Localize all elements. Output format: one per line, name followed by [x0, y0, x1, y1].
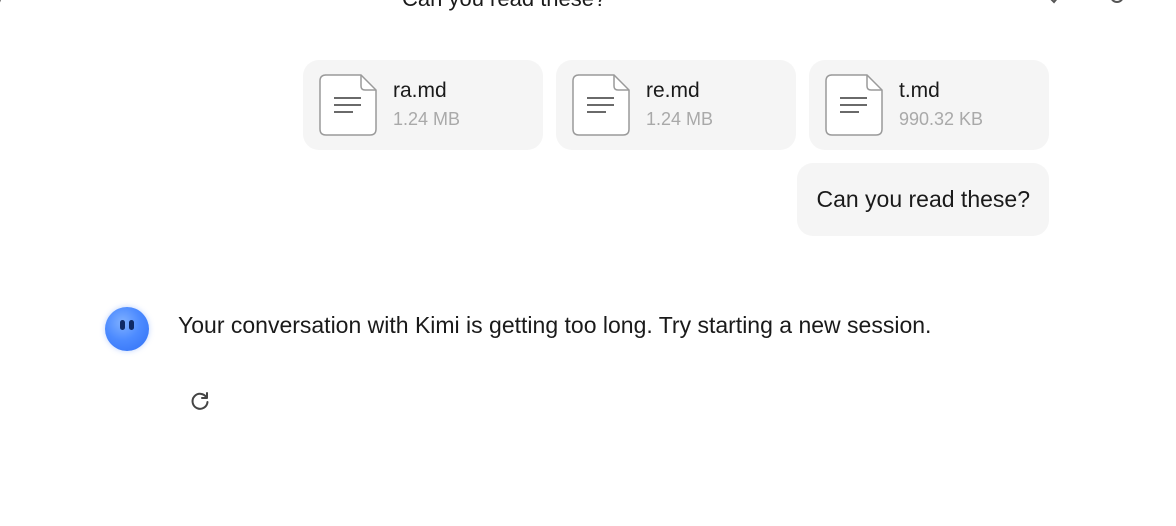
file-card-ra[interactable]: ra.md 1.24 MB	[303, 60, 543, 150]
chat-page: Can you read these? ra.md 1.24 MB	[0, 0, 1176, 526]
file-size: 990.32 KB	[899, 109, 984, 129]
retry-button[interactable]	[186, 387, 214, 415]
edit-icon[interactable]	[1040, 0, 1068, 8]
file-name: re.md	[646, 79, 700, 102]
top-strip: Can you read these?	[0, 0, 1176, 12]
document-icon	[825, 74, 883, 136]
partial-icon[interactable]	[0, 0, 8, 6]
share-icon[interactable]	[1106, 0, 1128, 8]
document-icon	[572, 74, 630, 136]
file-name: t.md	[899, 79, 940, 102]
file-attachments: ra.md 1.24 MB re.md 1.24 MB t.md 990.32 …	[303, 60, 1049, 150]
kimi-avatar-icon	[105, 307, 149, 351]
file-card-re[interactable]: re.md 1.24 MB	[556, 60, 796, 150]
assistant-message: Your conversation with Kimi is getting t…	[178, 312, 932, 338]
previous-message: Can you read these?	[402, 0, 606, 12]
file-name: ra.md	[393, 79, 447, 102]
user-message-bubble: Can you read these?	[797, 163, 1049, 236]
document-icon	[319, 74, 377, 136]
file-card-t[interactable]: t.md 990.32 KB	[809, 60, 1049, 150]
refresh-icon	[191, 392, 209, 410]
file-size: 1.24 MB	[646, 109, 714, 129]
file-size: 1.24 MB	[393, 109, 461, 129]
